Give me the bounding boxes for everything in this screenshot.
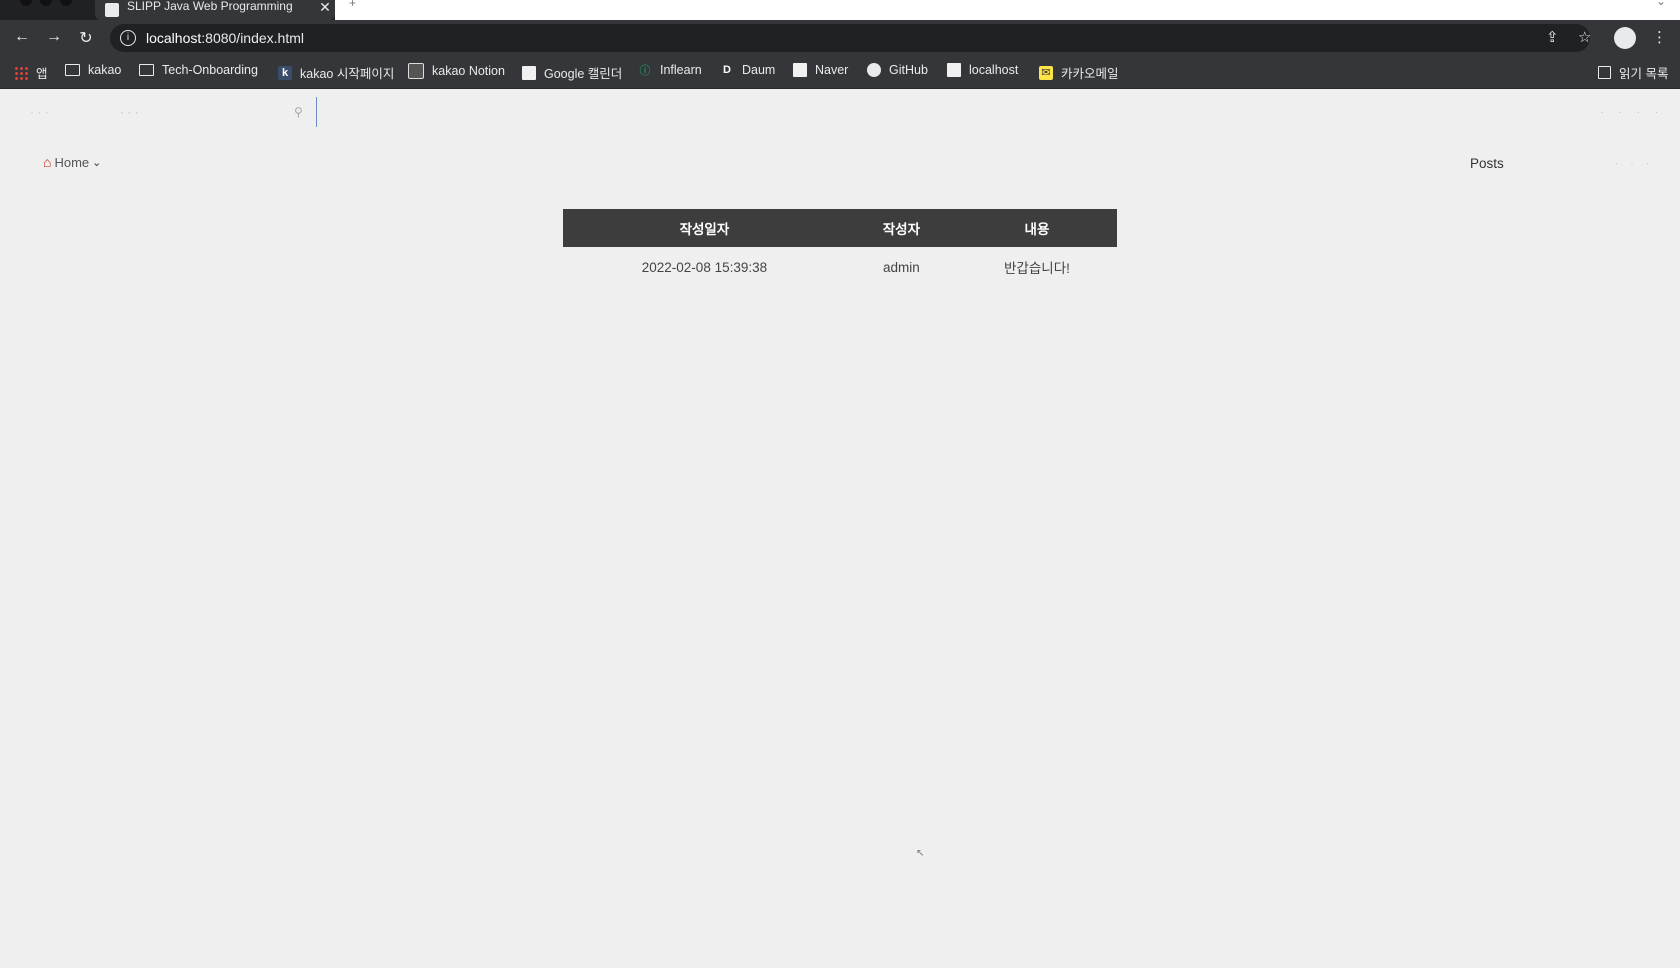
tab-close-icon[interactable]: ✕ bbox=[315, 0, 335, 16]
bookmark-kakao-folder[interactable]: kakao bbox=[65, 63, 121, 77]
bookmark-label: Google 캘린더 bbox=[544, 67, 623, 81]
home-label: Home bbox=[54, 154, 90, 170]
sub-navigation: ⌂ Home ⌄ Posts · · · bbox=[0, 150, 1680, 180]
kakao-k-icon: k bbox=[278, 65, 292, 80]
page-icon bbox=[793, 63, 807, 77]
bookmark-kakao-notion[interactable]: kakao Notion bbox=[408, 63, 505, 79]
cell-author: admin bbox=[883, 259, 920, 275]
tab-strip-empty-area: + ⌄ bbox=[335, 0, 1680, 20]
page-icon bbox=[947, 63, 961, 77]
bookmark-label: 앱 bbox=[36, 67, 48, 81]
close-window-button[interactable] bbox=[20, 0, 32, 6]
url-text[interactable]: localhost:8080/index.html bbox=[146, 30, 304, 46]
tab-strip: SLIPP Java Web Programming ✕ + ⌄ bbox=[0, 0, 1680, 20]
posts-link[interactable]: Posts bbox=[1470, 156, 1504, 171]
back-button[interactable]: ← bbox=[12, 28, 32, 46]
bookmark-label: Tech-Onboarding bbox=[162, 63, 258, 77]
github-icon bbox=[867, 63, 881, 77]
daum-icon: D bbox=[723, 64, 731, 76]
search-icon[interactable]: ⚲ bbox=[294, 105, 303, 119]
bookmark-label: 카카오메일 bbox=[1061, 67, 1119, 81]
forward-button[interactable]: → bbox=[44, 28, 64, 46]
cell-content: 반갑습니다! bbox=[1004, 261, 1070, 276]
navbar-right-placeholder: · · · · bbox=[1600, 107, 1664, 118]
bookmark-github[interactable]: GitHub bbox=[867, 63, 928, 77]
bookmark-kakao-start[interactable]: k kakao 시작페이지 bbox=[278, 63, 394, 82]
bookmark-star-icon[interactable]: ☆ bbox=[1578, 28, 1591, 46]
home-dropdown[interactable]: ⌂ Home ⌄ bbox=[43, 154, 101, 170]
column-header-content: 내용 bbox=[956, 209, 1117, 247]
zoom-window-button[interactable] bbox=[60, 0, 72, 6]
search-input[interactable]: · · · bbox=[120, 105, 139, 119]
cell-date: 2022-02-08 15:39:38 bbox=[641, 259, 768, 275]
bookmark-label: localhost bbox=[969, 63, 1019, 77]
chevron-down-icon: ⌄ bbox=[92, 156, 102, 169]
browser-tab[interactable]: SLIPP Java Web Programming ✕ bbox=[95, 0, 335, 20]
bookmark-label: Naver bbox=[815, 63, 849, 77]
bookmark-label: Daum bbox=[742, 63, 776, 77]
page-favicon-icon bbox=[105, 3, 119, 17]
bookmark-tech-onboarding-folder[interactable]: Tech-Onboarding bbox=[139, 63, 258, 77]
inflearn-icon: ⓘ bbox=[639, 65, 651, 77]
column-header-date: 작성일자 bbox=[563, 209, 846, 247]
bookmark-apps[interactable]: 앱 bbox=[14, 63, 48, 82]
bookmark-label: Inflearn bbox=[660, 63, 702, 77]
column-header-author: 작성자 bbox=[845, 209, 957, 247]
reading-list-label: 읽기 목록 bbox=[1619, 67, 1669, 81]
new-tab-button[interactable]: + bbox=[349, 0, 356, 10]
bookmark-daum[interactable]: D Daum bbox=[720, 63, 775, 77]
bookmarks-bar: 앱 kakao Tech-Onboarding k kakao 시작페이지 ka… bbox=[0, 56, 1680, 89]
bookmark-label: kakao bbox=[88, 63, 122, 77]
page-navbar: · · · · · · ⚲ · · · · bbox=[0, 89, 1680, 137]
bookmark-inflearn[interactable]: ⓘ Inflearn bbox=[638, 63, 702, 77]
profile-avatar[interactable] bbox=[1614, 27, 1636, 49]
subnav-right-placeholder: · · · bbox=[1615, 158, 1654, 168]
text-caret bbox=[316, 97, 317, 127]
calendar-icon bbox=[408, 63, 424, 79]
bookmark-label: kakao Notion bbox=[432, 64, 505, 78]
bookmark-kakao-mail[interactable]: ✉ 카카오메일 bbox=[1039, 63, 1119, 82]
tab-title: SLIPP Java Web Programming bbox=[127, 0, 293, 13]
table-header-row: 작성일자 작성자 내용 bbox=[563, 209, 1117, 247]
table-row[interactable]: 2022-02-08 15:39:38 admin 반갑습니다! bbox=[563, 247, 1117, 287]
site-info-icon[interactable]: i bbox=[120, 30, 136, 46]
folder-icon bbox=[139, 64, 154, 76]
tab-search-chevron-icon[interactable]: ⌄ bbox=[1656, 0, 1666, 8]
reading-list-icon bbox=[1598, 66, 1611, 79]
bookmark-label: kakao 시작페이지 bbox=[300, 67, 395, 81]
posts-table: 작성일자 작성자 내용 2022-02-08 15:39:38 admin 반갑… bbox=[563, 209, 1117, 287]
share-icon[interactable]: ⇪ bbox=[1546, 28, 1559, 46]
reading-list-button[interactable]: 읽기 목록 bbox=[1598, 63, 1668, 82]
google-docs-icon bbox=[522, 65, 536, 80]
browser-toolbar: ← → ↻ i localhost:8080/index.html ⇪ ☆ ⋮ bbox=[0, 20, 1680, 56]
home-icon: ⌂ bbox=[43, 154, 52, 170]
reload-button[interactable]: ↻ bbox=[76, 28, 96, 48]
mouse-cursor-icon: ↖ bbox=[916, 848, 925, 859]
mail-icon: ✉ bbox=[1039, 65, 1053, 80]
browser-menu-icon[interactable]: ⋮ bbox=[1652, 28, 1667, 46]
brand-placeholder: · · · bbox=[30, 105, 49, 119]
apps-grid-icon bbox=[14, 65, 28, 80]
minimize-window-button[interactable] bbox=[40, 0, 52, 6]
bookmark-google-calendar[interactable]: Google 캘린더 bbox=[522, 63, 622, 82]
bookmark-naver[interactable]: Naver bbox=[793, 63, 848, 77]
window-controls[interactable] bbox=[20, 0, 72, 6]
bookmark-label: GitHub bbox=[889, 63, 928, 77]
folder-icon bbox=[65, 64, 80, 76]
url-host: localhost bbox=[146, 30, 202, 46]
bookmark-localhost[interactable]: localhost bbox=[947, 63, 1018, 77]
url-path: :8080/index.html bbox=[201, 30, 304, 46]
address-bar[interactable]: i localhost:8080/index.html bbox=[110, 24, 1590, 52]
